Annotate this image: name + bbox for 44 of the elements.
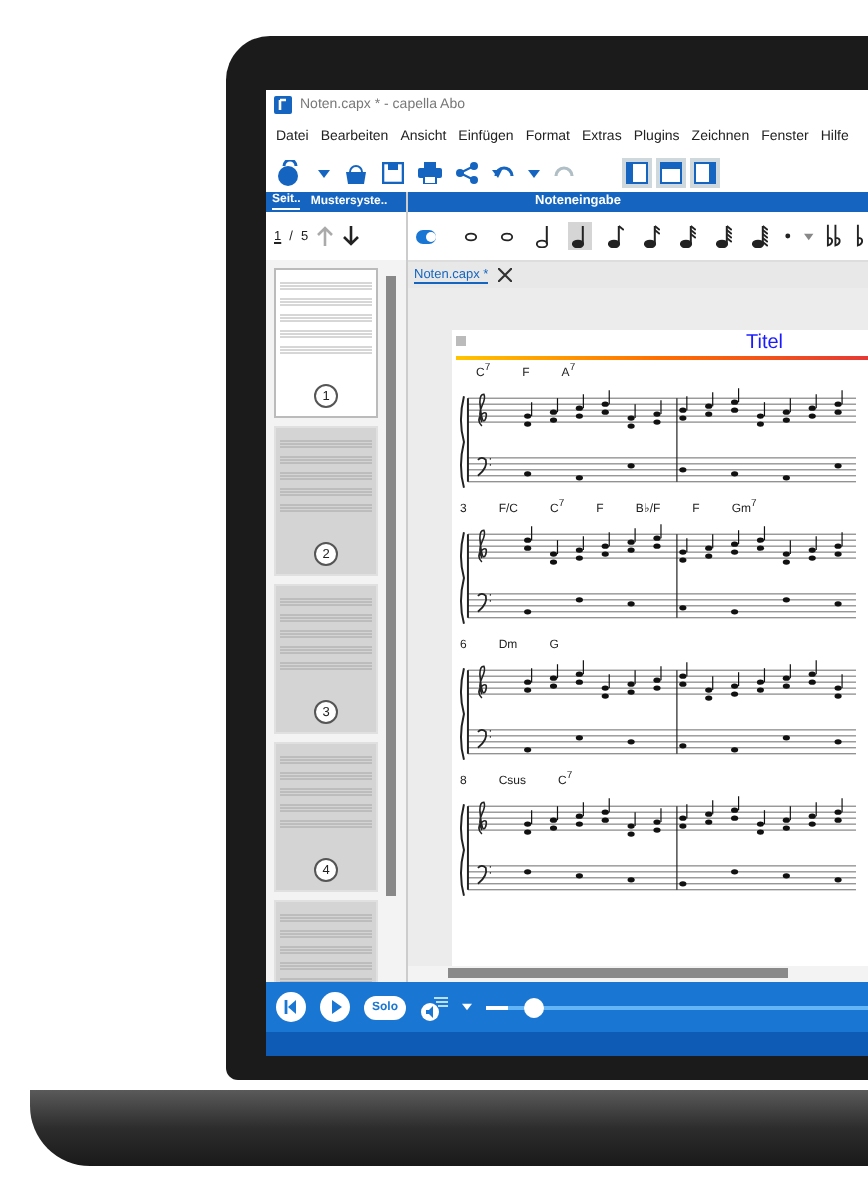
share-icon[interactable]: [456, 162, 478, 184]
note-value-button[interactable]: [568, 222, 593, 250]
close-icon[interactable]: [498, 268, 513, 282]
layout-right-panel-button[interactable]: [690, 158, 720, 188]
note-icon: [680, 224, 697, 248]
caret-icon[interactable]: [462, 1002, 472, 1012]
layout-left-panel-button[interactable]: [622, 158, 652, 188]
note-icon: [716, 224, 733, 248]
layout-top-panel-button[interactable]: [656, 158, 686, 188]
arrow-down-icon[interactable]: [342, 226, 361, 246]
note-value-button[interactable]: [748, 222, 773, 250]
handle-icon[interactable]: [456, 336, 466, 346]
toggle-switch[interactable]: [416, 229, 437, 243]
undo-icon[interactable]: [492, 164, 514, 182]
score-title: Titel: [746, 332, 784, 354]
top-panel-icon: [660, 162, 682, 184]
save-icon[interactable]: [382, 162, 404, 184]
note-value-button[interactable]: [604, 222, 629, 250]
note-icon: [536, 224, 553, 248]
caret-icon[interactable]: [318, 167, 330, 179]
dot-icon[interactable]: [784, 232, 793, 240]
right-panel-icon: [694, 162, 716, 184]
scrollbar-thumb[interactable]: [386, 276, 396, 896]
caret-icon[interactable]: [528, 167, 540, 179]
caret-icon[interactable]: [804, 231, 814, 241]
note-value-button[interactable]: [712, 222, 737, 250]
left-panel-icon: [626, 162, 648, 184]
skip-back-icon[interactable]: [276, 992, 306, 1022]
note-icon: [608, 224, 625, 248]
double-flat-icon[interactable]: [825, 224, 845, 248]
note-icon: [752, 224, 769, 248]
note-value-button[interactable]: [676, 222, 701, 250]
flat-icon[interactable]: [856, 224, 868, 248]
app-logo-icon: [274, 96, 292, 114]
print-icon[interactable]: [418, 162, 442, 184]
scrollbar-thumb[interactable]: [448, 968, 788, 978]
note-icon: [500, 231, 517, 241]
slider-thumb[interactable]: [524, 997, 545, 1017]
note-icon: [464, 231, 481, 241]
speaker-icon[interactable]: [420, 993, 448, 1021]
note-icon: [644, 224, 661, 248]
note-value-button[interactable]: [640, 222, 665, 250]
play-icon[interactable]: [320, 992, 350, 1022]
note-icon: [572, 224, 589, 248]
